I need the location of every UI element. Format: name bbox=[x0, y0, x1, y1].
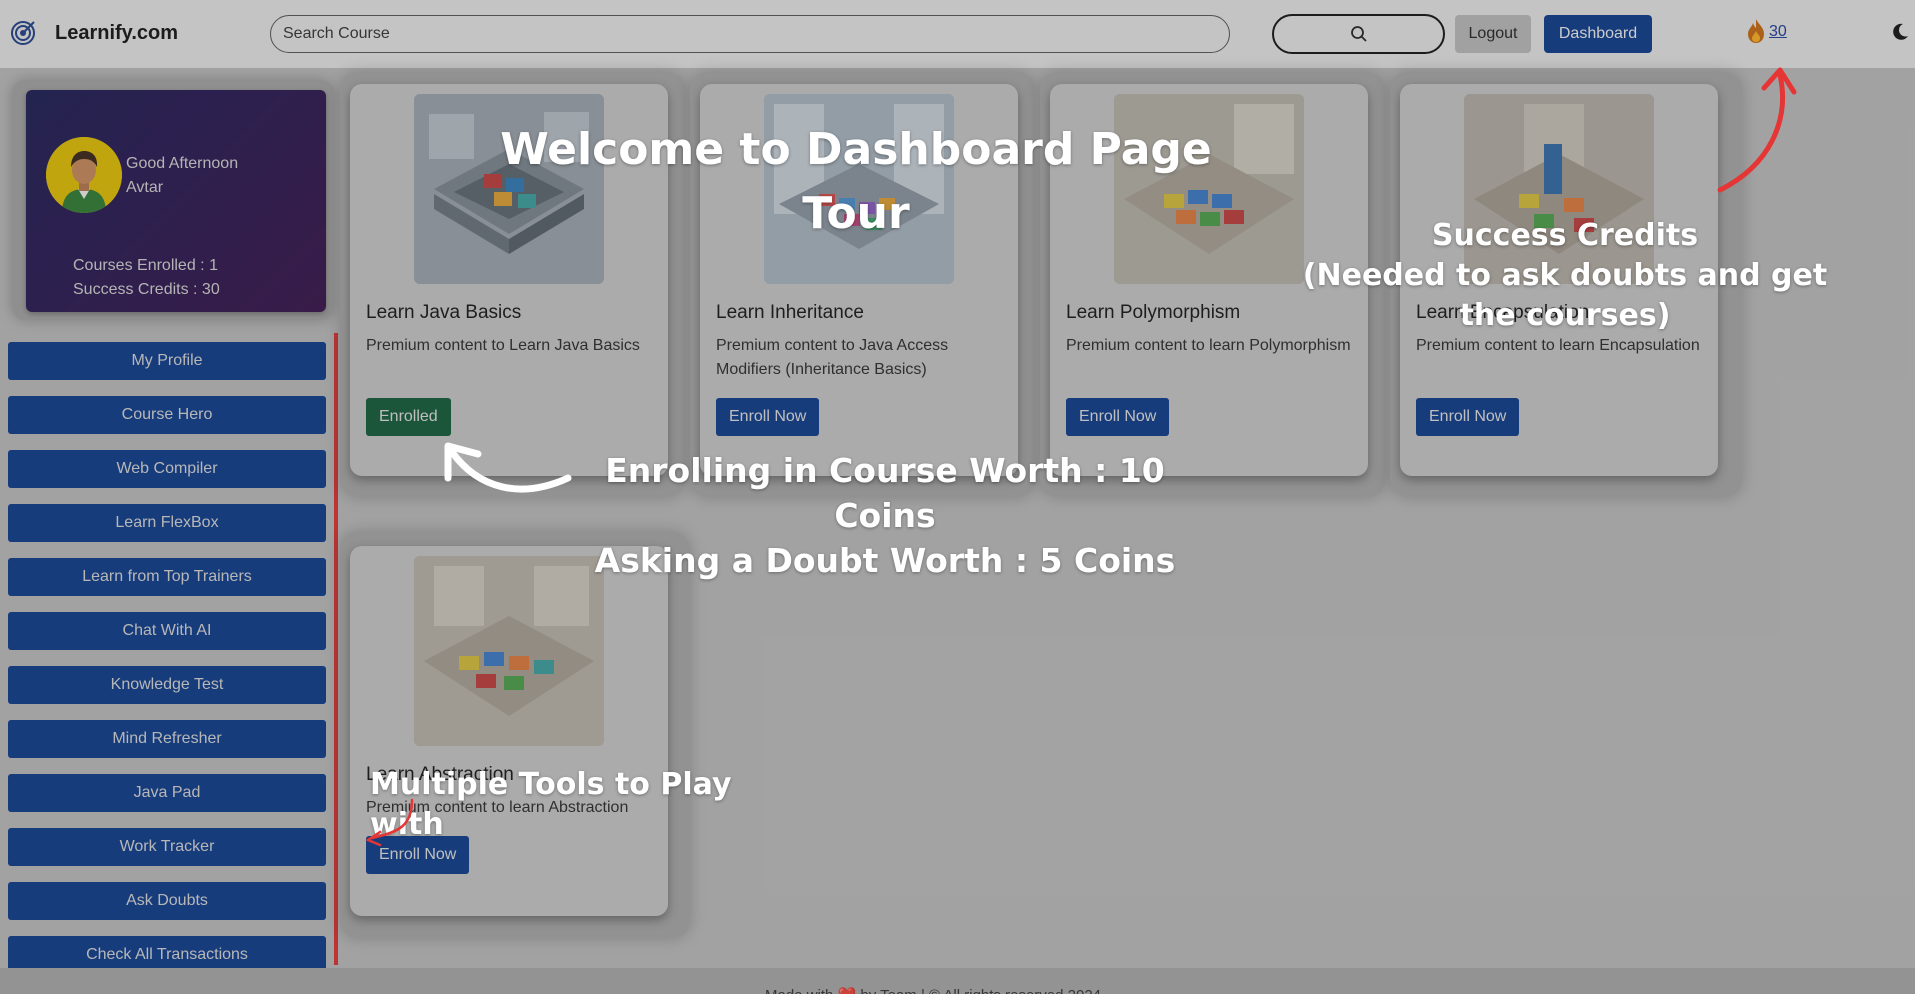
sidebar-item-my-profile[interactable]: My Profile bbox=[8, 342, 326, 380]
user-name: Avtar bbox=[126, 179, 164, 196]
footer: Made with ❤️ by Team | © All rights rese… bbox=[0, 968, 1915, 994]
course-title: Learn Inheritance bbox=[716, 302, 864, 323]
enrolled-button[interactable]: Enrolled bbox=[366, 398, 451, 436]
sidebar-item-work-tracker[interactable]: Work Tracker bbox=[8, 828, 326, 866]
dark-mode-moon-icon[interactable] bbox=[1890, 22, 1910, 42]
sidebar-item-chat-with-ai[interactable]: Chat With AI bbox=[8, 612, 326, 650]
credits-indicator[interactable]: 30 bbox=[1745, 18, 1787, 44]
sidebar-item-top-trainers[interactable]: Learn from Top Trainers bbox=[8, 558, 326, 596]
user-avatar-icon bbox=[46, 137, 122, 213]
fire-icon bbox=[1748, 19, 1764, 43]
brand-name[interactable]: Learnify.com bbox=[55, 22, 178, 45]
credits-count[interactable]: 30 bbox=[1769, 23, 1787, 41]
greeting-text: Good Afternoon Avtar bbox=[126, 152, 238, 200]
sidebar-item-knowledge-test[interactable]: Knowledge Test bbox=[8, 666, 326, 704]
search-button[interactable] bbox=[1272, 14, 1445, 54]
tour-credits-annotation: Success Credits (Needed to ask doubts an… bbox=[1300, 216, 1830, 336]
course-description: Premium content to learn Polymorphism bbox=[1066, 337, 1351, 354]
target-logo-icon[interactable] bbox=[10, 20, 36, 46]
courses-enrolled-stat: Courses Enrolled : 1 bbox=[73, 257, 218, 274]
user-greeting-card: Good Afternoon Avtar Courses Enrolled : … bbox=[26, 90, 326, 312]
avatar bbox=[46, 137, 122, 213]
tour-tools-annotation: Multiple Tools to Play with bbox=[370, 767, 732, 842]
course-illustration-icon bbox=[414, 556, 604, 746]
success-credits-stat: Success Credits : 30 bbox=[73, 281, 220, 298]
course-card: Learn Abstraction Premium content to lea… bbox=[350, 546, 668, 916]
tour-credits-note: (Needed to ask doubts and get the course… bbox=[1302, 258, 1828, 333]
sidebar-item-course-hero[interactable]: Course Hero bbox=[8, 396, 326, 434]
course-description: Premium content to learn Encapsulation bbox=[1416, 337, 1700, 354]
enroll-now-button[interactable]: Enroll Now bbox=[716, 398, 820, 436]
tour-credits-heading: Success Credits bbox=[1431, 218, 1699, 253]
enroll-now-button[interactable]: Enroll Now bbox=[1066, 398, 1170, 436]
top-navbar: Learnify.com Logout Dashboard 30 bbox=[0, 0, 1915, 68]
sidebar-item-learn-flexbox[interactable]: Learn FlexBox bbox=[8, 504, 326, 542]
logout-button[interactable]: Logout bbox=[1455, 15, 1531, 53]
sidebar-item-mind-refresher[interactable]: Mind Refresher bbox=[8, 720, 326, 758]
dashboard-button[interactable]: Dashboard bbox=[1544, 15, 1652, 53]
enroll-now-button[interactable]: Enroll Now bbox=[1416, 398, 1520, 436]
tour-doubt-cost: Asking a Doubt Worth : 5 Coins bbox=[594, 541, 1176, 580]
footer-text: Made with ❤️ by Team | © All rights rese… bbox=[765, 986, 1101, 994]
sidebar-divider bbox=[334, 333, 338, 965]
course-thumbnail bbox=[414, 556, 604, 746]
tour-coins-annotation: Enrolling in Course Worth : 10 Coins Ask… bbox=[560, 448, 1210, 583]
sidebar-item-web-compiler[interactable]: Web Compiler bbox=[8, 450, 326, 488]
search-icon bbox=[1350, 26, 1367, 42]
course-title: Learn Polymorphism bbox=[1066, 302, 1241, 323]
greeting-line: Good Afternoon bbox=[126, 155, 239, 172]
sidebar-item-ask-doubts[interactable]: Ask Doubts bbox=[8, 882, 326, 920]
tour-enroll-cost: Enrolling in Course Worth : 10 Coins bbox=[605, 451, 1165, 535]
user-stats: Courses Enrolled : 1 Success Credits : 3… bbox=[73, 254, 220, 302]
tour-title: Welcome to Dashboard Page Tour bbox=[500, 124, 1212, 239]
course-description: Premium content to Learn Java Basics bbox=[366, 337, 640, 354]
sidebar-item-java-pad[interactable]: Java Pad bbox=[8, 774, 326, 812]
course-description: Premium content to Java Access Modifiers… bbox=[716, 337, 949, 378]
search-input[interactable] bbox=[270, 15, 1230, 53]
course-title: Learn Java Basics bbox=[366, 302, 522, 323]
